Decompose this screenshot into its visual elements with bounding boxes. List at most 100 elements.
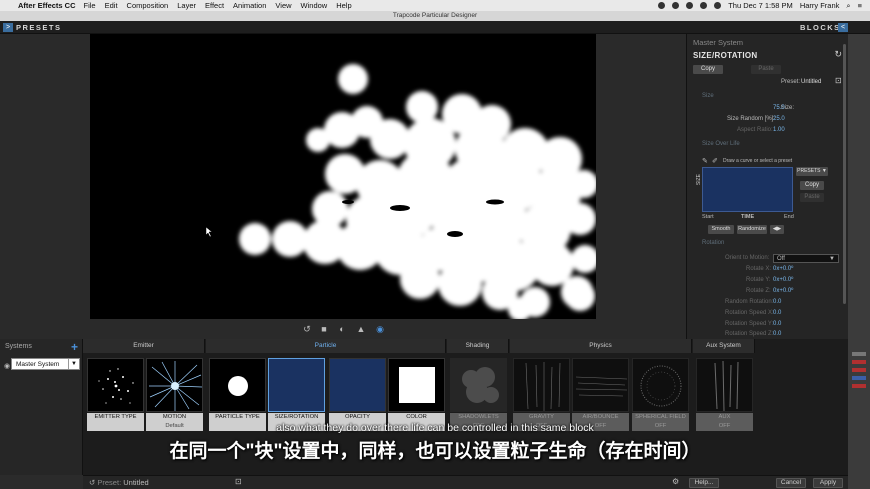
rotation-speed-z-value[interactable]: 0.0 <box>773 331 781 337</box>
host-layer-bar <box>852 352 866 356</box>
rotate-y-value[interactable]: 0x+0.0º <box>773 277 793 283</box>
menu-file[interactable]: File <box>84 1 96 10</box>
add-system-icon[interactable]: + <box>71 340 78 354</box>
status-icon[interactable] <box>686 2 694 9</box>
orient-to-motion-select[interactable]: Off ▼ <box>773 254 839 263</box>
menu-composition[interactable]: Composition <box>127 1 169 10</box>
rotation-speed-y-value[interactable]: 0.0 <box>773 321 781 327</box>
rotate-x-value[interactable]: 0x+0.0º <box>773 266 793 272</box>
camera-icon[interactable]: ■ <box>318 323 330 335</box>
flip-button[interactable]: ◀▶ <box>770 225 784 234</box>
block-air-bounce[interactable]: AIR/BOUNCE OFF <box>572 358 629 431</box>
eye-icon[interactable]: ◉ <box>374 323 386 335</box>
randomize-button[interactable]: Randomize <box>737 225 767 234</box>
system-select[interactable]: Master System ▼ <box>11 358 80 370</box>
cancel-button[interactable]: Cancel <box>776 478 806 488</box>
grid-icon[interactable]: ▲ <box>355 323 367 335</box>
eyedropper-icon[interactable]: ✎ <box>702 157 708 165</box>
panel-scrollbar[interactable] <box>843 44 846 304</box>
blocks-label[interactable]: BLOCKS <box>800 21 841 34</box>
copy-button[interactable]: Copy <box>693 65 723 74</box>
search-icon[interactable]: ⌕ <box>846 1 850 11</box>
menu-window[interactable]: Window <box>301 1 328 10</box>
pencil-icon[interactable]: ✐ <box>712 157 718 165</box>
gear-icon[interactable]: ⚙ <box>672 477 679 486</box>
menu-animation[interactable]: Animation <box>233 1 266 10</box>
status-icon[interactable] <box>672 2 680 9</box>
group-shading[interactable]: Shading <box>447 339 509 353</box>
rotation-speed-z-label: Rotation Speed Z: <box>725 331 774 337</box>
list-icon[interactable]: ≡ <box>858 1 862 10</box>
menu-view[interactable]: View <box>275 1 291 10</box>
menu-help[interactable]: Help <box>336 1 351 10</box>
curve-paste-button[interactable]: Paste <box>800 193 824 202</box>
presets-toggle-icon[interactable]: > <box>3 23 13 32</box>
rotate-z-value[interactable]: 0x+0.0º <box>773 288 793 294</box>
eye-icon[interactable]: ◉ <box>4 362 10 370</box>
size-over-life-curve-editor[interactable] <box>702 167 793 212</box>
block-name: SPHERICAL FIELD <box>632 413 689 422</box>
overlay-icon[interactable]: ◐ <box>336 323 348 335</box>
bottom-preset-value[interactable]: Untitled <box>123 478 148 487</box>
paste-button[interactable]: Paste <box>751 65 781 74</box>
undo-icon[interactable]: ↺ <box>89 478 95 487</box>
gravity-thumbnail <box>513 358 570 412</box>
size-random-value[interactable]: 25.0 <box>773 116 785 122</box>
block-size-rotation[interactable]: SIZE/ROTATION <box>268 358 325 431</box>
random-rotation-value[interactable]: 0.0 <box>773 299 781 305</box>
shadowlets-thumbnail <box>450 358 507 412</box>
aspect-ratio-value[interactable]: 1.00 <box>773 127 785 133</box>
block-color[interactable]: COLOR <box>388 358 445 431</box>
reset-icon[interactable]: ↻ <box>834 49 842 60</box>
size-value[interactable]: 75.0 <box>773 105 785 111</box>
menu-effect[interactable]: Effect <box>205 1 224 10</box>
curve-presets-button[interactable]: PRESETS ▼ <box>796 167 828 176</box>
apply-button[interactable]: Apply <box>813 478 843 488</box>
help-button[interactable]: Help... <box>689 478 719 488</box>
rotation-speed-x-value[interactable]: 0.0 <box>773 310 781 316</box>
block-particle-type[interactable]: PARTICLE TYPE <box>209 358 266 431</box>
block-motion[interactable]: MOTION Default <box>146 358 203 431</box>
host-layer-bar <box>852 384 866 388</box>
block-spherical-field[interactable]: SPHERICAL FIELD OFF <box>632 358 689 431</box>
subtitle-english: also what they do over there life can be… <box>276 422 594 434</box>
block-shadowlets[interactable]: SHADOWLETS OFF <box>450 358 507 431</box>
aspect-ratio-label: Aspect Ratio: <box>737 127 773 133</box>
smooth-button[interactable]: Smooth <box>708 225 734 234</box>
preset-value[interactable]: Untitled <box>801 79 821 85</box>
block-emitter-type[interactable]: EMITTER TYPE <box>87 358 144 431</box>
menu-edit[interactable]: Edit <box>105 1 118 10</box>
color-thumbnail <box>388 358 445 412</box>
size-random-label: Size Random [%]: <box>727 116 776 122</box>
blocks-panel: Master System SIZE/ROTATION ↻ Copy Paste… <box>686 34 848 339</box>
block-name: AUX <box>696 413 753 422</box>
preview-canvas[interactable] <box>90 34 596 319</box>
wifi-icon[interactable] <box>700 2 708 9</box>
mouse-cursor-icon <box>205 226 213 238</box>
size-section-header[interactable]: Size <box>702 93 714 99</box>
block-opacity[interactable]: OPACITY <box>329 358 386 431</box>
rotation-section-header[interactable]: Rotation <box>702 240 724 246</box>
status-icon[interactable] <box>658 2 666 9</box>
block-gravity[interactable]: GRAVITY OFF <box>513 358 570 431</box>
menu-app-name[interactable]: After Effects CC <box>18 1 76 10</box>
blocks-toggle-icon[interactable]: < <box>838 23 848 32</box>
block-aux[interactable]: AUX OFF <box>696 358 753 431</box>
group-aux-system[interactable]: Aux System <box>693 339 755 353</box>
save-preset-icon[interactable]: ⊡ <box>235 477 242 486</box>
battery-icon[interactable] <box>714 2 722 9</box>
group-physics[interactable]: Physics <box>510 339 692 353</box>
block-name: PARTICLE TYPE <box>209 413 266 422</box>
menu-layer[interactable]: Layer <box>177 1 196 10</box>
group-particle[interactable]: Particle <box>206 339 446 353</box>
size-over-life-header[interactable]: Size Over Life <box>702 141 740 147</box>
bottom-preset-label: Preset: <box>97 478 122 487</box>
save-preset-icon[interactable]: ⊡ <box>835 76 842 85</box>
undo-icon[interactable]: ↺ <box>301 323 313 335</box>
curve-copy-button[interactable]: Copy <box>800 181 824 190</box>
menu-user[interactable]: Harry Frank <box>800 1 840 10</box>
panel-system-name: Master System <box>693 38 744 47</box>
menu-clock[interactable]: Thu Dec 7 1:58 PM <box>728 1 793 10</box>
group-emitter[interactable]: Emitter <box>83 339 205 353</box>
presets-label[interactable]: PRESETS <box>16 21 62 34</box>
